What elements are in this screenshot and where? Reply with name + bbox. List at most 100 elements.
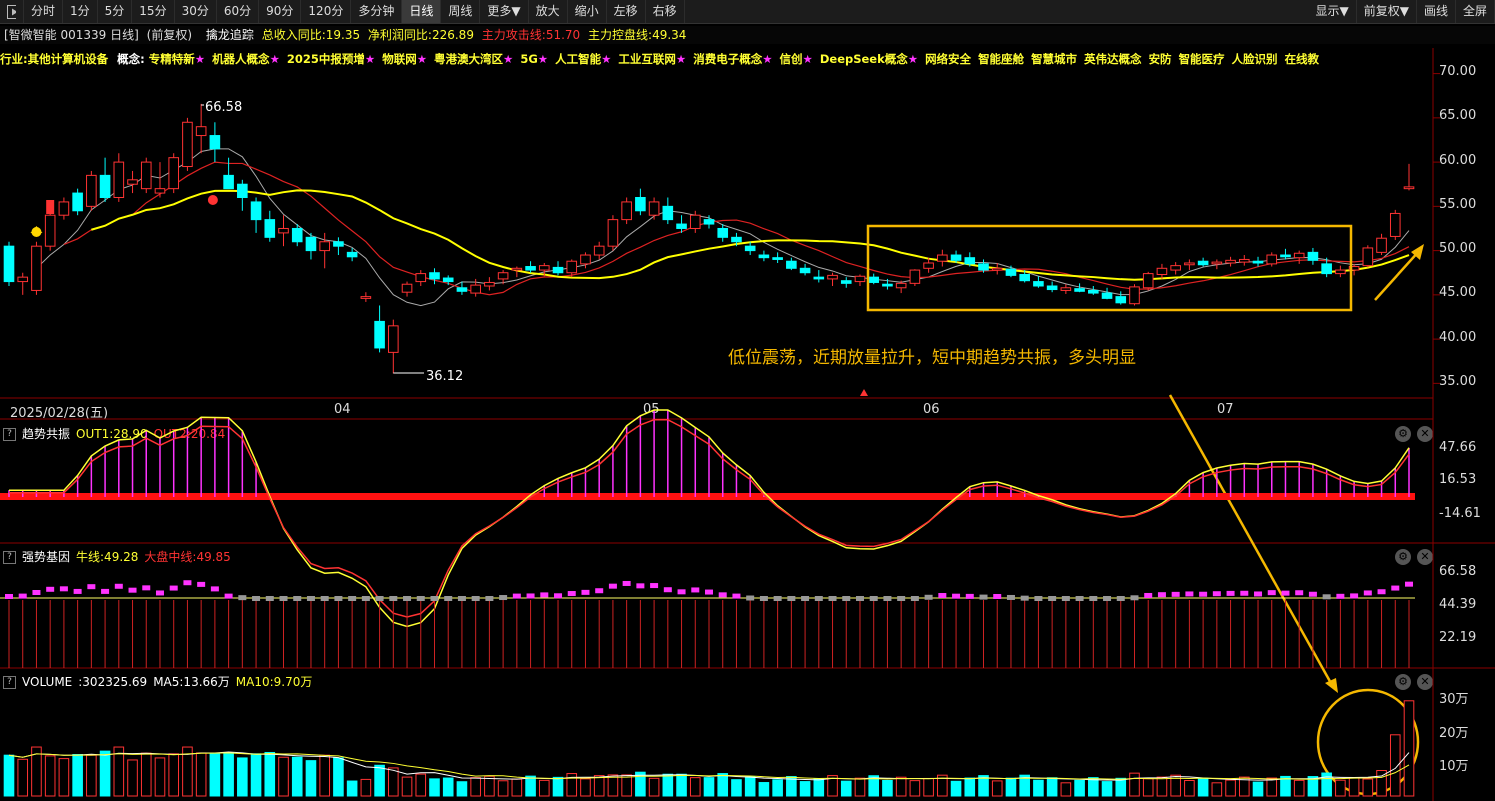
gene-block — [238, 595, 247, 601]
gene-block — [155, 590, 164, 596]
gene-block — [416, 596, 425, 601]
gene-block — [622, 580, 631, 586]
volume-bar-down — [1197, 777, 1209, 797]
candle-down — [374, 320, 385, 349]
candle-up — [1266, 254, 1278, 265]
candle-down — [882, 283, 893, 287]
gene-block — [1391, 585, 1400, 591]
stock-chart[interactable] — [0, 0, 1495, 801]
arrow-head-icon — [1325, 678, 1338, 693]
gene-block — [814, 596, 823, 601]
gene-block — [883, 596, 892, 601]
candle-down — [813, 276, 825, 280]
volume-bar-down — [264, 751, 276, 797]
volume-bar-down — [676, 773, 687, 797]
volume-bar-up — [909, 780, 921, 797]
gene-block — [210, 586, 219, 592]
gene-block — [677, 589, 686, 595]
volume-bar-up — [1060, 782, 1072, 797]
gene-block — [197, 581, 206, 587]
gene-block — [1267, 590, 1276, 596]
candle-up — [401, 283, 413, 293]
candle-down — [978, 263, 989, 271]
gene-block — [705, 589, 713, 595]
gene-block — [46, 586, 55, 592]
volume-bar-down — [333, 757, 344, 797]
volume-bar-up — [1389, 734, 1401, 797]
volume-bar-down — [840, 780, 852, 797]
gene-block — [595, 588, 604, 594]
volume-bar-up — [278, 756, 289, 797]
gene-block — [1185, 591, 1194, 597]
star-icon — [31, 227, 42, 237]
gene-block — [1089, 596, 1098, 601]
gene-block — [430, 596, 439, 601]
pointer-arrow — [1168, 394, 1334, 686]
candle-down — [291, 227, 303, 243]
candle-up — [937, 254, 948, 262]
gene-block — [732, 593, 741, 599]
gene-block — [1048, 596, 1057, 601]
gene-block — [361, 596, 370, 601]
gene-block — [375, 596, 384, 601]
candle-up — [168, 157, 180, 190]
candle-up — [113, 161, 125, 199]
volume-bar-down — [305, 760, 317, 797]
volume-bar-down — [799, 781, 811, 797]
gene-block — [1020, 595, 1029, 601]
gene-block — [540, 592, 549, 598]
candle-up — [86, 174, 97, 207]
candle-down — [717, 227, 729, 238]
volume-bar-up — [58, 758, 70, 797]
candle-down — [442, 277, 454, 283]
gene-block — [512, 593, 521, 599]
volume-bar-up — [621, 774, 632, 797]
candle-down — [333, 241, 344, 247]
candle-up — [689, 214, 701, 229]
volume-bar-up — [319, 754, 330, 797]
candle-up — [497, 272, 509, 280]
candle-up — [415, 273, 427, 283]
gene-block — [897, 596, 906, 601]
gene-block — [869, 596, 878, 601]
candle-up — [566, 260, 578, 274]
candle-up — [1362, 247, 1374, 267]
candle-up — [854, 275, 866, 283]
gene-block — [306, 596, 315, 601]
gene-block — [910, 596, 919, 601]
candle-down — [1019, 273, 1030, 282]
gene-block — [1144, 592, 1153, 598]
candle-up — [1170, 265, 1181, 271]
gene-block — [993, 593, 1002, 599]
volume-bar-up — [854, 777, 866, 797]
gene-block — [608, 583, 617, 589]
gene-block — [773, 596, 782, 601]
volume-bar-down — [731, 779, 742, 797]
volume-bar-down — [429, 778, 440, 797]
candle-down — [237, 183, 248, 199]
volume-bar-down — [209, 752, 221, 797]
gene-block — [1199, 591, 1208, 597]
gene-block — [293, 596, 302, 601]
candle-down — [635, 197, 646, 212]
gene-block — [5, 594, 13, 599]
candle-up — [484, 281, 495, 287]
candle-down — [1101, 292, 1113, 299]
gene-block — [801, 596, 810, 601]
gene-block — [1405, 581, 1413, 587]
candle-up — [607, 219, 619, 247]
volume-bar-up — [415, 773, 427, 797]
candle-down — [703, 219, 715, 225]
candle-down — [264, 219, 276, 238]
volume-bar-down — [813, 778, 825, 797]
candle-down — [799, 267, 811, 274]
candle-up — [1142, 273, 1154, 289]
gene-block — [128, 587, 137, 593]
candle-down — [3, 245, 15, 283]
gene-block — [457, 596, 466, 601]
volume-bar-up — [923, 777, 934, 797]
volume-bar-down — [72, 754, 83, 797]
gene-block — [334, 596, 343, 601]
candle-down — [1033, 281, 1044, 287]
candle-up — [648, 201, 660, 216]
